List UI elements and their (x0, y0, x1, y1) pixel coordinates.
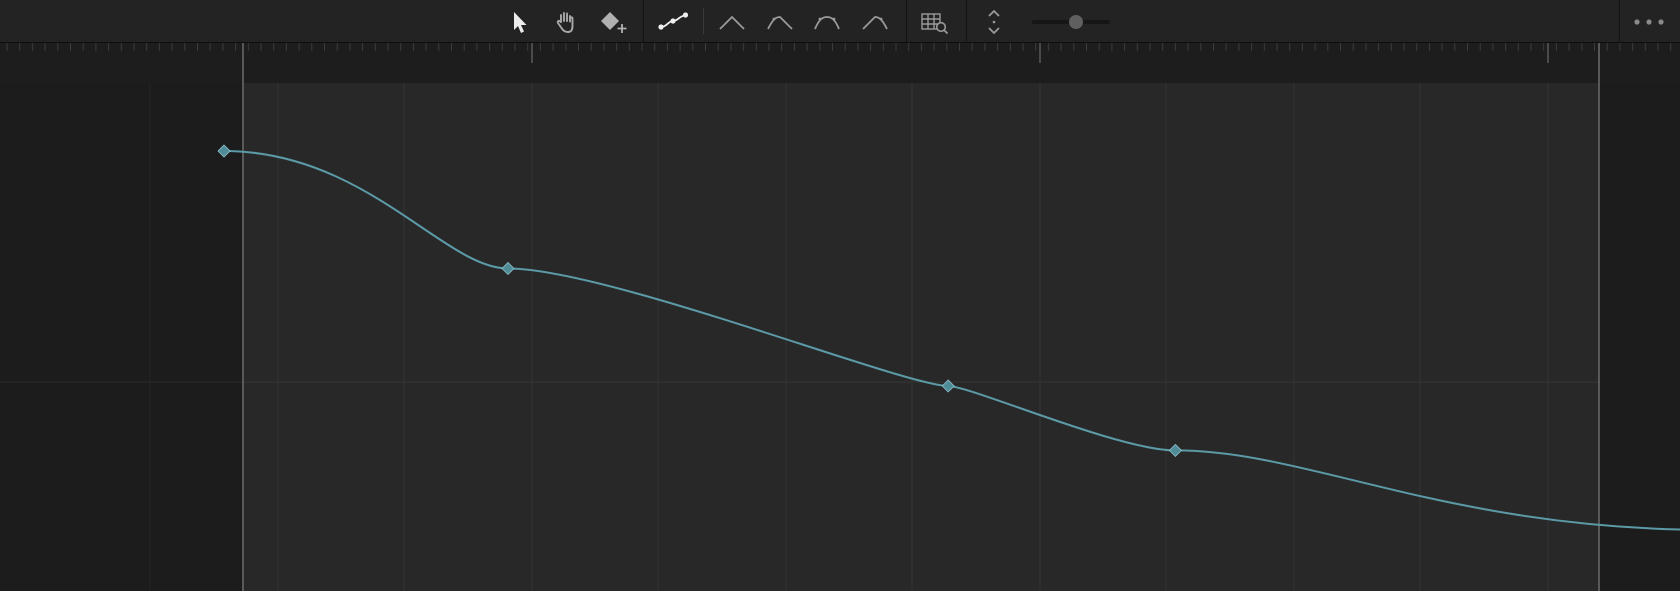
curve-editor-app (0, 0, 1680, 591)
select-tool-button[interactable] (501, 5, 537, 39)
ease-out-button[interactable] (857, 5, 893, 39)
toolbar-divider (966, 0, 967, 43)
more-dots-icon (1632, 17, 1666, 27)
curve-graph[interactable] (0, 43, 1680, 591)
hand-icon (553, 9, 579, 35)
ruler-ticks (6, 43, 1672, 63)
ease-in-out-button[interactable] (809, 5, 845, 39)
keyframe-handle[interactable] (217, 144, 231, 158)
more-options-button[interactable] (1631, 5, 1667, 39)
pan-tool-button[interactable] (548, 5, 584, 39)
toolbar-divider (1619, 0, 1620, 43)
vertical-fit-button[interactable] (976, 5, 1012, 39)
ease-in-button[interactable] (762, 5, 798, 39)
ease-out-icon (860, 10, 890, 34)
linear-peak-icon (717, 10, 747, 34)
diamond-plus-icon (598, 9, 630, 35)
bezier-curve-button[interactable] (655, 5, 691, 39)
zoom-slider-thumb[interactable] (1069, 15, 1084, 29)
toolbar-divider (906, 0, 907, 43)
ease-in-icon (765, 10, 795, 34)
vertical-expand-icon (983, 7, 1005, 37)
add-keyframe-button[interactable] (596, 5, 632, 39)
toolbar-divider (703, 8, 704, 34)
active-region (243, 83, 1599, 591)
toolbar-divider (643, 0, 644, 43)
linear-interpolation-button[interactable] (714, 5, 750, 39)
grid-magnifier-icon (919, 9, 951, 35)
toolbar (0, 0, 1680, 43)
bezier-curve-icon (657, 10, 689, 34)
ease-in-out-icon (812, 10, 842, 34)
pointer-arrow-icon (508, 10, 530, 34)
zoom-to-fit-button[interactable] (917, 5, 953, 39)
